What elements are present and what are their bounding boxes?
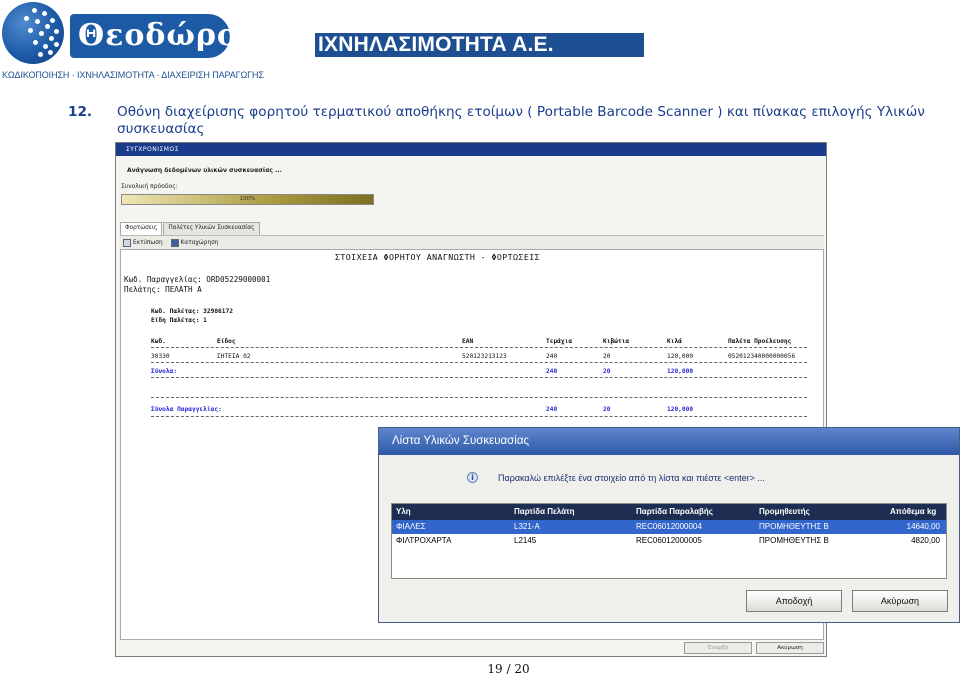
packaging-list-dialog: Λίστα Υλικών Συσκευασίας i Παρακαλώ επιλ… — [378, 427, 960, 623]
col-origin-pallet: Παλέτα Προέλευσης — [728, 338, 792, 345]
col-code: Κωδ. — [151, 338, 166, 345]
col-item: Είδος — [217, 338, 236, 345]
section-number: 12. — [68, 104, 93, 120]
progress-caption: Συνολική πρόοδος: — [121, 183, 178, 190]
subtotal-label: Σύνολα: — [151, 368, 178, 375]
row-boxes: 20 — [603, 353, 611, 360]
floppy-disk-icon — [170, 238, 179, 247]
tab-bar: Φορτώσεις Παλέτες Υλικών Συσκευασίας — [120, 222, 261, 235]
accept-button[interactable]: Αποδοχή — [746, 590, 842, 612]
col-customer-batch[interactable]: Παρτίδα Πελάτη — [514, 504, 575, 520]
dialog-title: Λίστα Υλικών Συσκευασίας — [379, 428, 959, 455]
subtotal-kilos: 120,000 — [667, 368, 694, 375]
col-pieces: Τεμάχια — [546, 338, 573, 345]
packaging-grid: Υλη Παρτίδα Πελάτη Παρτίδα Παραλαβής Προ… — [391, 503, 947, 579]
cancel-button[interactable]: Ακύρωση — [756, 642, 824, 654]
pallet-type: Είδη Παλέτας: 1 — [151, 317, 207, 324]
print-button[interactable]: Εκτύπωση — [123, 238, 163, 247]
col-material[interactable]: Υλη — [396, 504, 411, 520]
row2-stock: 4820,00 — [911, 536, 940, 545]
company-logo: Θεοδώρου ΚΩΔΙΚΟΠΟΙΗΣΗ · ΙΧΝΗΛΑΣΙΜΟΤΗΤΑ ·… — [0, 0, 264, 86]
pallet-code: Κωδ. Παλέτας: 32986172 — [151, 308, 233, 315]
rule-line — [151, 347, 807, 348]
grid-row-selected[interactable]: ΦΙΑΛΕΣ L321-A REC06012000004 ΠΡΟΜΗΘΕΥΤΗΣ… — [392, 520, 946, 534]
rule-line — [151, 377, 807, 378]
row-origin-pallet: 052012340000000056 — [728, 353, 796, 360]
logo-wordmark: Θεοδώρου — [70, 14, 259, 58]
order-total-boxes: 20 — [603, 406, 611, 413]
save-label: Καταχώρηση — [180, 239, 219, 246]
row1-customer-batch: L321-A — [514, 522, 540, 531]
row2-supplier: ΠΡΟΜΗΘΕΥΤΗΣ Β — [759, 536, 829, 545]
window-title: ΣΥΓΧΡΟΝΙΣΜΟΣ — [116, 143, 826, 156]
dialog-instruction: i Παρακαλώ επιλέξτε ένα στοιχείο από τη … — [467, 472, 765, 483]
report-title: ΣΤΟΙΧΕΙΑ ΦΟΡΗΤΟΥ ΑΝΑΓΝΩΣΤΗ - ΦΟΡΤΩΣΕΙΣ — [335, 252, 541, 262]
col-boxes: Κιβώτια — [603, 338, 630, 345]
print-label: Εκτύπωση — [133, 239, 163, 246]
rule-line — [151, 362, 807, 363]
row2-customer-batch: L2145 — [514, 536, 537, 545]
start-button[interactable]: Έναρξη — [684, 642, 752, 654]
row-item: ΣΗΤΕΙΑ 02 — [217, 353, 251, 360]
row-ean: 520123213123 — [462, 353, 507, 360]
row2-receipt-batch: REC06012000005 — [636, 536, 702, 545]
subtotal-boxes: 20 — [603, 368, 611, 375]
info-icon: i — [467, 472, 478, 483]
row1-stock: 14640,00 — [906, 522, 940, 531]
order-code: Κωδ. Παραγγελίας: ORD05229000001 — [124, 275, 271, 284]
row1-material: ΦΙΑΛΕΣ — [396, 522, 426, 531]
col-receipt-batch[interactable]: Παρτίδα Παραλαβής — [636, 504, 713, 520]
tab-loadings[interactable]: Φορτώσεις — [120, 222, 163, 235]
customer-name: Πελάτης: ΠΕΛΑΤΗ Α — [124, 285, 202, 294]
dialog-message: Παρακαλώ επιλέξτε ένα στοιχείο από τη λί… — [498, 472, 765, 483]
order-total-pieces: 240 — [546, 406, 558, 413]
sync-status: Ανάγνωση δεδομένων υλικών συσκευασίας ..… — [127, 167, 282, 174]
col-kilos: Κιλά — [667, 338, 682, 345]
page-number: 19 / 20 — [487, 662, 530, 676]
tab-packaging-pallets[interactable]: Παλέτες Υλικών Συσκευασίας — [163, 222, 260, 235]
rule-line — [151, 416, 807, 417]
col-stock-kg[interactable]: Απόθεμα kg — [890, 504, 936, 520]
grid-header: Υλη Παρτίδα Πελάτη Παρτίδα Παραλαβής Προ… — [392, 504, 946, 520]
row2-material: ΦΙΛΤΡΟΧΑΡΤΑ — [396, 536, 452, 545]
section-heading: 12. Οθόνη διαχείρισης φορητού τερματικού… — [68, 104, 952, 138]
logo-tagline: ΚΩΔΙΚΟΠΟΙΗΣΗ · ΙΧΝΗΛΑΣΙΜΟΤΗΤΑ · ΔΙΑΧΕΙΡΙ… — [2, 70, 264, 80]
grid-row[interactable]: ΦΙΛΤΡΟΧΑΡΤΑ L2145 REC06012000005 ΠΡΟΜΗΘΕ… — [392, 534, 946, 548]
row1-supplier: ΠΡΟΜΗΘΕΥΤΗΣ Β — [759, 522, 829, 531]
progress-text: 100% — [239, 196, 256, 202]
globe-logo-icon — [2, 2, 64, 64]
row-kilos: 120,000 — [667, 353, 694, 360]
company-banner: ΙΧΝΗΛΑΣΙΜΟΤΗΤΑ Α.Ε. — [315, 33, 644, 57]
rule-line — [151, 397, 807, 398]
section-title: Οθόνη διαχείρισης φορητού τερματικού απο… — [117, 104, 925, 137]
row1-receipt-batch: REC06012000004 — [636, 522, 702, 531]
save-button[interactable]: Καταχώρηση — [170, 238, 219, 247]
printer-icon — [123, 238, 131, 247]
order-total-label: Σύνολα Παραγγελίας: — [151, 406, 222, 413]
row-code: 30330 — [151, 353, 170, 360]
report-toolbar: Εκτύπωση Καταχώρηση — [120, 235, 824, 249]
dialog-cancel-button[interactable]: Ακύρωση — [852, 590, 948, 612]
col-ean: EAN — [462, 338, 474, 345]
row-pieces: 240 — [546, 353, 558, 360]
col-supplier[interactable]: Προμηθευτής — [759, 504, 810, 520]
order-total-kilos: 120,000 — [667, 406, 694, 413]
progress-bar: 100% — [121, 194, 374, 205]
subtotal-pieces: 240 — [546, 368, 558, 375]
